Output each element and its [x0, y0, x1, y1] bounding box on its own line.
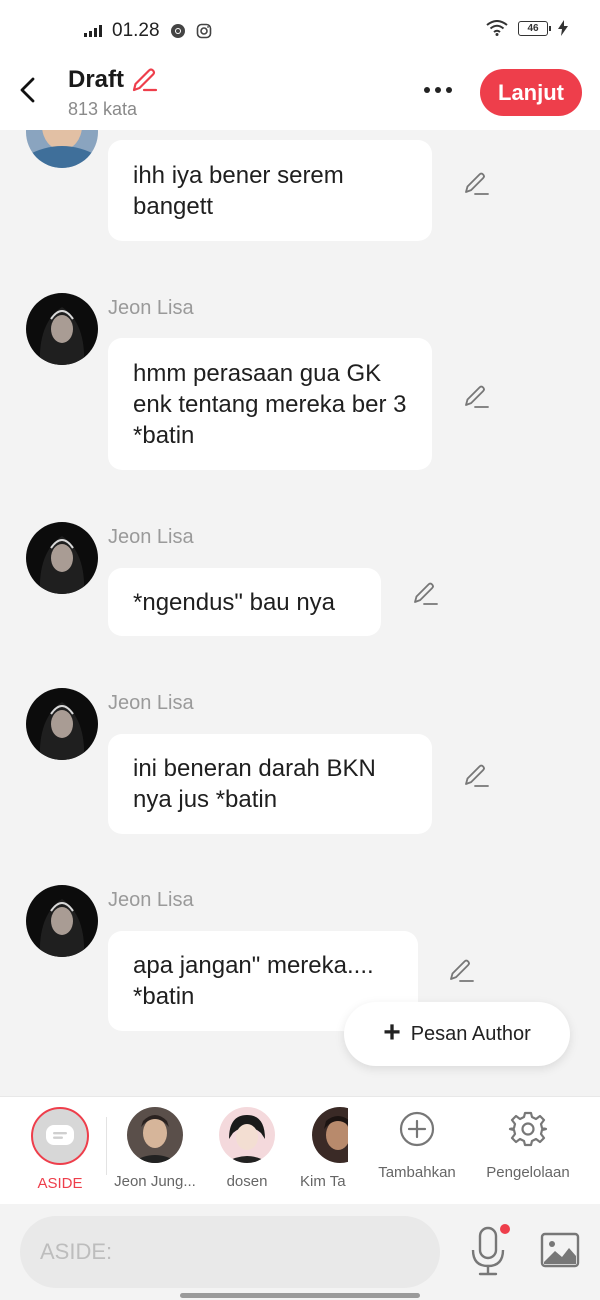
- edit-title-icon[interactable]: [130, 66, 158, 94]
- message-text: apa jangan" mereka.... *batin: [133, 952, 374, 1010]
- status-time: 01.28: [112, 20, 160, 41]
- message-bubble[interactable]: ini beneran darah BKN nya jus *batin: [108, 734, 432, 834]
- avatar[interactable]: [26, 130, 98, 168]
- edit-message-icon[interactable]: [463, 383, 491, 411]
- aside-icon: [31, 1107, 89, 1165]
- character-aside[interactable]: ASIDE: [22, 1107, 98, 1192]
- character-bar: ASIDE Jeon Jung... dosen Kim Ta Tambahka…: [0, 1096, 600, 1204]
- status-bar-left: 01.28: [84, 20, 212, 42]
- character-item[interactable]: Kim Ta: [296, 1107, 348, 1190]
- character-label: Tambahkan: [378, 1164, 456, 1181]
- character-label: Jeon Jung...: [114, 1173, 196, 1190]
- avatar[interactable]: [26, 688, 98, 760]
- character-avatar: [312, 1107, 348, 1163]
- avatar[interactable]: [26, 522, 98, 594]
- author-message-button[interactable]: + Pesan Author: [344, 1002, 570, 1066]
- edit-message-icon[interactable]: [463, 170, 491, 198]
- edit-message-icon[interactable]: [448, 957, 476, 985]
- page-title: Draft: [68, 66, 125, 93]
- signal-icon: [84, 25, 102, 37]
- author-message-label: Pesan Author: [410, 1022, 531, 1045]
- status-bar: 01.28 46: [0, 0, 600, 62]
- add-character-button[interactable]: Tambahkan: [368, 1107, 466, 1181]
- back-button[interactable]: [14, 74, 42, 106]
- message-bubble[interactable]: hmm perasaan gua GK enk tentang mereka b…: [108, 338, 432, 470]
- title-block: Draft 813 kata: [68, 66, 158, 120]
- status-bar-right: 46: [486, 20, 568, 36]
- message-text: *ngendus" bau nya: [133, 588, 336, 616]
- character-label: Kim Ta: [300, 1173, 346, 1190]
- message-text: hmm perasaan gua GK enk tentang mereka b…: [133, 359, 407, 449]
- chrome-icon: [170, 24, 185, 38]
- app-header: Draft 813 kata Lanjut: [0, 62, 600, 130]
- gear-icon: [508, 1111, 548, 1147]
- word-count: 813 kata: [68, 99, 138, 119]
- divider: [106, 1117, 107, 1175]
- plus-icon: +: [383, 1015, 401, 1049]
- chevron-left-icon: [20, 77, 35, 103]
- sender-name: Jeon Lisa: [108, 526, 194, 548]
- charging-icon: [558, 20, 568, 36]
- sender-name: Jeon Lisa: [108, 692, 194, 714]
- wifi-icon: [486, 20, 508, 36]
- avatar[interactable]: [26, 293, 98, 365]
- instagram-icon: [196, 23, 211, 39]
- character-item[interactable]: Jeon Jung...: [112, 1107, 198, 1190]
- sender-name: Jeon Lisa: [108, 889, 194, 911]
- add-circle-icon: [399, 1111, 435, 1147]
- title-row: Draft: [68, 66, 158, 94]
- manage-characters-button[interactable]: Pengelolaan: [478, 1107, 578, 1181]
- message-text: ini beneran darah BKN nya jus *batin: [133, 755, 376, 813]
- message-bubble[interactable]: *ngendus" bau nya: [108, 568, 381, 636]
- more-options-button[interactable]: [418, 78, 458, 102]
- character-avatar: [219, 1107, 275, 1163]
- message-input[interactable]: [20, 1216, 440, 1288]
- character-label: Pengelolaan: [486, 1164, 570, 1181]
- character-item[interactable]: dosen: [212, 1107, 282, 1190]
- image-icon[interactable]: [540, 1232, 580, 1268]
- character-avatar: [127, 1107, 183, 1163]
- character-label: dosen: [226, 1173, 268, 1190]
- next-button[interactable]: Lanjut: [480, 69, 582, 116]
- home-indicator: [180, 1293, 420, 1298]
- chat-editor-screen: 01.28 46 Draft 813 kata Lanjut ihh iya b…: [0, 0, 600, 1300]
- edit-message-icon[interactable]: [463, 762, 491, 790]
- character-label: ASIDE: [37, 1175, 83, 1192]
- message-bubble[interactable]: ihh iya bener serem bangett: [108, 140, 432, 241]
- sender-name: Jeon Lisa: [108, 297, 194, 319]
- message-text: ihh iya bener serem bangett: [133, 161, 344, 220]
- notification-dot: [500, 1224, 510, 1234]
- edit-message-icon[interactable]: [412, 580, 440, 608]
- battery-icon: 46: [518, 20, 551, 36]
- composer-bar: [0, 1204, 600, 1300]
- chat-area[interactable]: ihh iya bener serem bangett Jeon Lisa hm…: [0, 130, 600, 1096]
- avatar[interactable]: [26, 885, 98, 957]
